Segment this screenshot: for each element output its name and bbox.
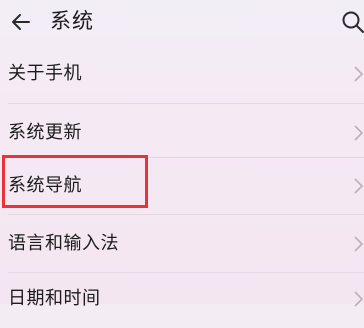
page-title: 系统	[50, 9, 94, 33]
chevron-right-icon	[354, 66, 364, 82]
settings-screen: 系统 关于手机 系统更新 系统导航 语言和输入法 日期和时间	[0, 0, 364, 309]
settings-item-language-input[interactable]: 语言和输入法	[0, 215, 364, 273]
back-button[interactable]	[8, 9, 34, 35]
app-header: 系统	[0, 0, 364, 44]
settings-item-about-phone[interactable]: 关于手机	[0, 45, 364, 103]
search-icon	[342, 11, 364, 33]
chevron-right-icon	[354, 178, 364, 194]
highlight-box	[2, 155, 148, 208]
chevron-right-icon	[354, 291, 364, 307]
settings-item-system-update[interactable]: 系统更新	[0, 104, 364, 162]
arrow-left-icon	[12, 14, 30, 30]
chevron-right-icon	[354, 125, 364, 141]
settings-item-date-time[interactable]: 日期和时间	[0, 270, 364, 328]
settings-item-label: 语言和输入法	[8, 233, 119, 254]
chevron-right-icon	[354, 236, 364, 252]
settings-item-label: 日期和时间	[8, 288, 101, 309]
search-button[interactable]	[340, 9, 364, 35]
settings-item-label: 关于手机	[8, 63, 82, 84]
settings-item-label: 系统更新	[8, 122, 82, 143]
